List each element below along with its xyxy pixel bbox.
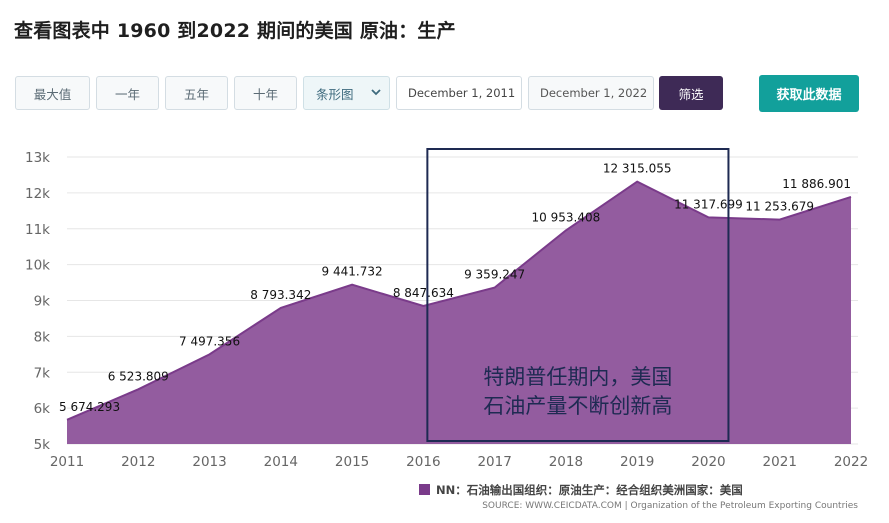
y-tick-label: 13k bbox=[25, 150, 50, 166]
y-tick-label: 7k bbox=[34, 365, 51, 381]
y-tick-label: 6k bbox=[34, 401, 51, 417]
y-tick-label: 11k bbox=[25, 222, 50, 238]
x-tick-label: 2021 bbox=[763, 454, 797, 470]
legend-swatch bbox=[419, 484, 430, 495]
data-label: 11 317.699 bbox=[674, 197, 743, 211]
y-tick-label: 12k bbox=[25, 186, 50, 202]
data-label: 9 441.732 bbox=[322, 265, 383, 279]
data-label: 11 886.901 bbox=[782, 177, 851, 191]
annotation-line-2: 石油产量不断创新高 bbox=[483, 394, 672, 418]
y-tick-label: 8k bbox=[34, 329, 51, 345]
x-tick-label: 2016 bbox=[406, 454, 440, 470]
x-tick-label: 2013 bbox=[192, 454, 226, 470]
data-label: 6 523.809 bbox=[108, 369, 169, 383]
data-label: 11 253.679 bbox=[745, 200, 814, 214]
data-label: 8 793.342 bbox=[250, 288, 311, 302]
data-label: 8 847.634 bbox=[393, 286, 454, 300]
x-tick-label: 2020 bbox=[691, 454, 725, 470]
y-tick-label: 5k bbox=[34, 437, 51, 453]
data-label: 12 315.055 bbox=[603, 162, 672, 176]
data-label: 10 953.408 bbox=[532, 210, 601, 224]
x-tick-label: 2017 bbox=[477, 454, 511, 470]
source-note: SOURCE: WWW.CEICDATA.COM | Organization … bbox=[482, 501, 858, 511]
area-chart: 5k 6k 7k 8k 9k 10k 11k 12k 13k 2011 2012 2013 2014 2… bbox=[25, 148, 868, 511]
annotation-line-1: 特朗普任期内，美国 bbox=[483, 365, 672, 389]
x-tick-label: 2011 bbox=[50, 454, 84, 470]
x-tick-label: 2015 bbox=[335, 454, 369, 470]
x-tick-label: 2019 bbox=[620, 454, 654, 470]
data-label: 7 497.356 bbox=[179, 334, 240, 348]
data-label: 9 359.247 bbox=[464, 268, 525, 282]
x-tick-label: 2014 bbox=[264, 454, 298, 470]
x-tick-label: 2022 bbox=[834, 454, 868, 470]
legend-label: NN：石油输出国组织：原油生产：经合组织美洲国家：美国 bbox=[436, 483, 743, 497]
y-tick-label: 9k bbox=[34, 294, 51, 310]
y-tick-label: 10k bbox=[25, 258, 50, 274]
data-label: 5 674.293 bbox=[59, 400, 120, 414]
series-area bbox=[67, 181, 851, 444]
x-tick-label: 2012 bbox=[121, 454, 155, 470]
x-tick-label: 2018 bbox=[549, 454, 583, 470]
